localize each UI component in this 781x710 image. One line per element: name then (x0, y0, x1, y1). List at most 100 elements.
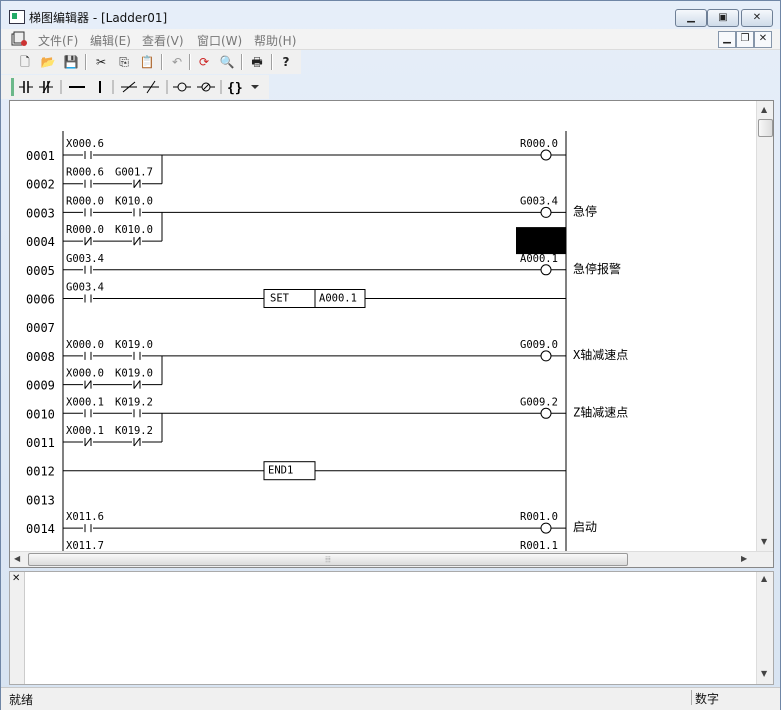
rung-line-14[interactable]: X011.6 R001.0 启动 (63, 511, 597, 534)
line-number: 0010 (26, 407, 55, 421)
document-menu-icon[interactable] (11, 31, 29, 47)
coil[interactable]: G003.4 (520, 195, 558, 218)
rung-line-10[interactable]: X000.1 K019.2 G009.2 Z轴减速点 (63, 396, 628, 419)
rung-comment: 启动 (573, 520, 597, 534)
function-block-tool-icon[interactable]: {} (227, 81, 243, 95)
no-contact-tool-icon[interactable] (19, 81, 33, 93)
help-icon[interactable]: ? (276, 53, 296, 71)
rung-line-4[interactable]: R000.0 K010.0 (63, 212, 566, 255)
chevron-down-icon[interactable] (251, 85, 259, 89)
horizontal-scrollbar[interactable]: ◀ ⦙⦙⦙ ▶ (10, 551, 773, 567)
menu-help[interactable]: 帮助(H) (254, 32, 296, 49)
menu-view[interactable]: 查看(V) (142, 32, 184, 49)
function-block[interactable]: SET A000.1 (263, 289, 366, 308)
falling-edge-tool-icon[interactable] (143, 80, 159, 94)
new-icon[interactable]: 🗋 (15, 53, 35, 71)
scroll-up-icon[interactable]: ▲ (761, 574, 767, 583)
close-icon[interactable]: ✕ (12, 573, 20, 584)
function-argument: A000.1 (319, 293, 357, 305)
toolbar-separator (85, 54, 87, 70)
contact[interactable]: K010.0 (115, 224, 153, 246)
mdi-restore-button[interactable]: ❐ (736, 31, 754, 48)
coil[interactable]: A000.1 (520, 253, 558, 276)
contact[interactable]: R000.6 (66, 167, 104, 188)
contact[interactable]: K019.2 (115, 425, 153, 447)
edit-cursor[interactable] (516, 227, 566, 255)
rising-edge-tool-icon[interactable] (121, 81, 137, 93)
horizontal-scroll-thumb[interactable]: ⦙⦙⦙ (28, 553, 628, 566)
contact[interactable]: X000.6 (66, 138, 104, 159)
contact[interactable]: X000.0 (66, 368, 104, 389)
coil-label: R001.0 (520, 511, 558, 523)
ladder-tools: {} (19, 80, 259, 95)
contact[interactable]: K010.0 (115, 195, 153, 217)
rung-line-9[interactable]: X000.0 K019.0 (63, 355, 163, 389)
contact[interactable]: X000.0 (66, 339, 104, 360)
contact-label: X000.1 (66, 425, 104, 437)
coil[interactable]: R001.0 (520, 511, 558, 534)
rung-line-5[interactable]: G003.4 A000.1 急停报警 (63, 253, 621, 276)
scroll-down-icon[interactable]: ▼ (761, 669, 767, 678)
contact[interactable]: X000.1 (66, 425, 104, 447)
output-scrollbar[interactable]: ▲ ▼ (756, 572, 773, 684)
nc-contact-tool-icon[interactable] (39, 80, 53, 94)
save-icon[interactable]: 💾 (61, 53, 81, 71)
undo-icon[interactable]: ↶ (167, 53, 187, 71)
contact[interactable]: K019.2 (115, 396, 153, 418)
contact[interactable]: R000.0 (66, 195, 104, 217)
rung-line-12[interactable]: END1 (63, 461, 566, 481)
open-icon[interactable]: 📂 (38, 53, 58, 71)
contact[interactable]: X000.1 (66, 396, 104, 418)
print-icon[interactable]: 🖶 (247, 53, 267, 71)
coil-tool-icon[interactable] (173, 82, 191, 92)
minimize-button[interactable]: ▁ (675, 9, 707, 27)
vertical-scrollbar[interactable]: ▲ ▼ (756, 101, 773, 552)
contact[interactable]: G003.4 (66, 282, 104, 303)
line-number: 0012 (26, 465, 55, 479)
mdi-close-button[interactable]: ✕ (754, 31, 772, 48)
function-name: END1 (268, 465, 293, 477)
coil-label: G009.2 (520, 396, 558, 408)
coil[interactable]: G009.2 (520, 396, 558, 419)
contact[interactable]: R000.0 (66, 224, 104, 246)
line-number: 0004 (26, 235, 55, 249)
rung-line-3[interactable]: R000.0 K010.0 G003.4 急停 (63, 195, 597, 218)
scroll-left-icon[interactable]: ◀ (14, 554, 20, 563)
paste-icon[interactable]: 📋 (137, 53, 157, 71)
coil[interactable]: G009.0 (520, 339, 558, 362)
maximize-button[interactable]: ▣ (707, 9, 739, 27)
rung-line-8[interactable]: X000.0 K019.0 G009.0 X轴减速点 (63, 339, 628, 362)
line-number: 0014 (26, 522, 55, 536)
negated-coil-tool-icon[interactable] (197, 82, 215, 92)
rung-line-6[interactable]: G003.4 SET A000.1 (63, 282, 566, 308)
coil[interactable]: R000.0 (520, 138, 558, 161)
menu-window[interactable]: 窗口(W) (197, 32, 242, 49)
rung-line-11[interactable]: X000.1 K019.2 (63, 413, 163, 447)
contact[interactable]: K019.0 (115, 368, 153, 389)
menu-file[interactable]: 文件(F) (38, 32, 78, 49)
menu-edit[interactable]: 编辑(E) (90, 32, 131, 49)
refresh-icon[interactable]: ⟳ (194, 53, 214, 71)
scroll-down-icon[interactable]: ▼ (761, 537, 767, 546)
scroll-right-icon[interactable]: ▶ (741, 554, 747, 563)
ladder-diagram[interactable]: 0001 0002 0003 0004 0005 0006 0007 0008 0009 0010… (10, 101, 755, 552)
monitor-icon[interactable]: 🔍 (217, 53, 237, 71)
rung-line-1[interactable]: X000.6 R000.0 (63, 138, 566, 161)
close-button[interactable]: ✕ (741, 9, 773, 27)
svg-text:{}: {} (227, 81, 243, 95)
mdi-minimize-button[interactable]: ▁ (718, 31, 736, 48)
rung-line-2[interactable]: R000.6 G001.7 (63, 155, 163, 188)
ladder-document[interactable]: 0001 0002 0003 0004 0005 0006 0007 0008 0009 0010… (9, 100, 774, 568)
contact[interactable]: X011.6 (66, 511, 104, 533)
function-block[interactable]: END1 (263, 461, 316, 481)
contact[interactable]: G001.7 (115, 167, 153, 188)
contact[interactable]: K019.0 (115, 339, 153, 360)
vertical-scroll-thumb[interactable] (758, 119, 773, 137)
contact-label: K019.2 (115, 425, 153, 437)
scroll-up-icon[interactable]: ▲ (761, 105, 767, 114)
contact[interactable]: G003.4 (66, 253, 104, 274)
coil-label: A000.1 (520, 253, 558, 265)
status-text: 就绪 (9, 693, 34, 707)
copy-icon[interactable]: ⎘ (114, 53, 134, 71)
cut-icon[interactable]: ✂ (91, 53, 111, 71)
